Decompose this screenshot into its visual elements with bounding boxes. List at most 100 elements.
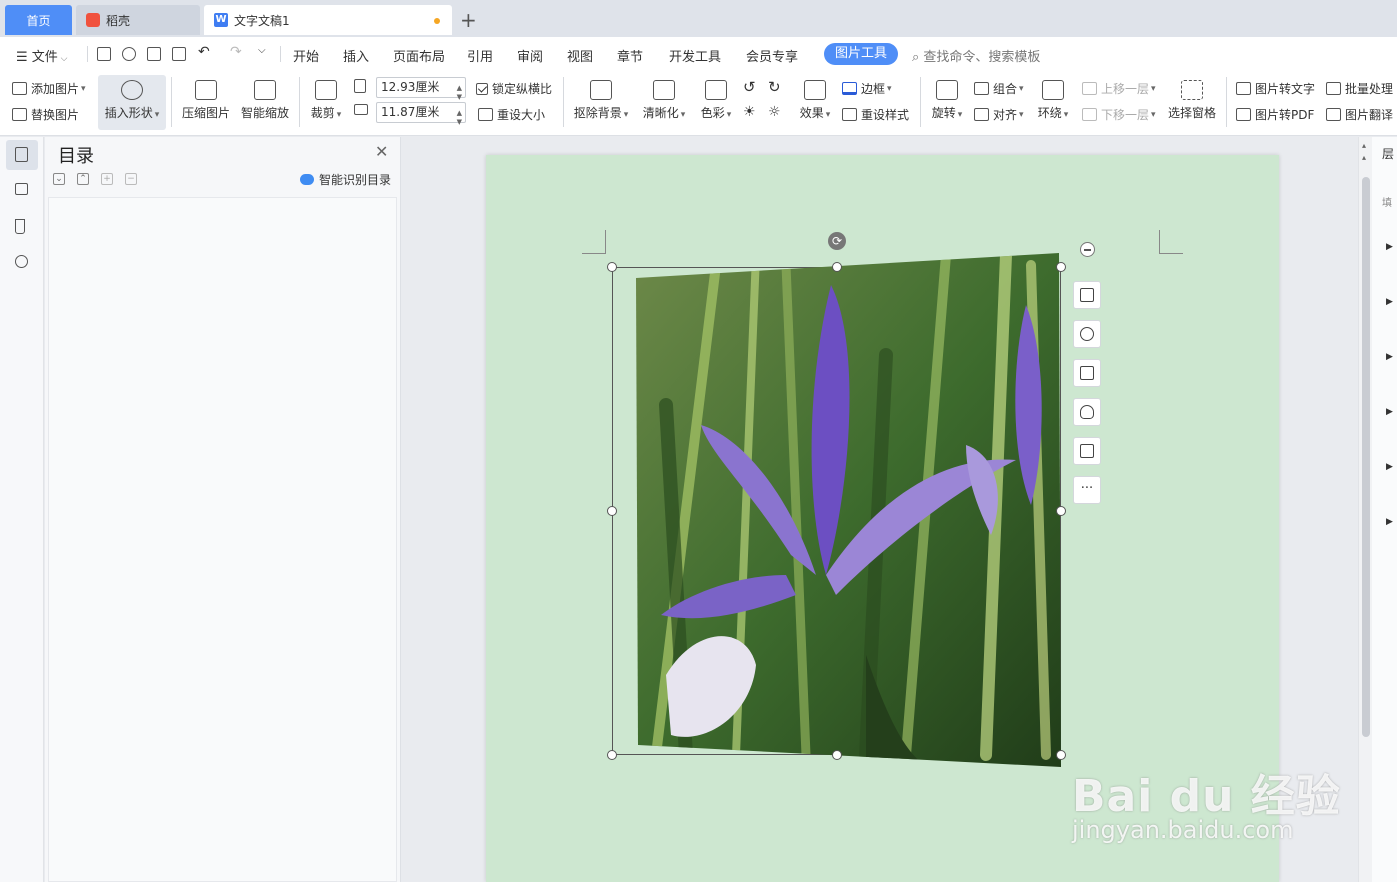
scroll-up-icon[interactable]: ▴ bbox=[1362, 141, 1366, 150]
expand-arrow-icon[interactable]: ▶ bbox=[1386, 462, 1393, 472]
resize-handle[interactable] bbox=[1056, 750, 1066, 760]
expand-arrow-icon[interactable]: ▶ bbox=[1386, 407, 1393, 417]
image-to-pdf-button[interactable]: 图片转PDF bbox=[1236, 106, 1314, 123]
close-icon[interactable]: ✕ bbox=[375, 142, 388, 161]
zoom-in-button[interactable] bbox=[1073, 320, 1101, 348]
rotate-right-icon[interactable]: ↻ bbox=[768, 78, 781, 96]
resize-handle[interactable] bbox=[832, 262, 842, 272]
remove-background-button[interactable]: 抠除背景 bbox=[571, 80, 631, 121]
bookmark-icon bbox=[15, 219, 25, 234]
expand-arrow-icon[interactable]: ▶ bbox=[1386, 297, 1393, 307]
insert-shape-button[interactable]: 插入形状 bbox=[98, 75, 166, 130]
height-input[interactable]: 11.87厘米 ▲ ▼ bbox=[376, 102, 466, 126]
menu-picture-tools[interactable]: 图片工具 bbox=[824, 43, 898, 65]
border-button[interactable]: 边框 bbox=[842, 80, 892, 97]
collapse-up-icon[interactable]: ⌃ bbox=[77, 173, 89, 185]
right-panel-subtitle: 填 bbox=[1382, 198, 1392, 209]
menu-view[interactable]: 视图 bbox=[567, 46, 593, 65]
add-image-button[interactable]: 添加图片 bbox=[12, 80, 86, 97]
rotate-left-icon[interactable]: ↺ bbox=[743, 78, 756, 96]
sharpen-button[interactable]: 清晰化 bbox=[639, 80, 689, 121]
crop-icon bbox=[1080, 366, 1094, 380]
expand-arrow-icon[interactable]: ▶ bbox=[1386, 352, 1393, 362]
resize-handle[interactable] bbox=[607, 262, 617, 272]
unsaved-dot-icon bbox=[434, 18, 440, 24]
image-convert-button[interactable] bbox=[1073, 437, 1101, 465]
add-level-icon[interactable]: + bbox=[101, 173, 113, 185]
expand-arrow-icon[interactable]: ▶ bbox=[1386, 242, 1393, 252]
resize-handle[interactable] bbox=[607, 750, 617, 760]
expand-down-icon[interactable]: ⌄ bbox=[53, 173, 65, 185]
menu-home[interactable]: 开始 bbox=[293, 46, 319, 65]
menu-references[interactable]: 引用 bbox=[467, 46, 493, 65]
print-preview-icon[interactable] bbox=[172, 47, 186, 61]
scrollbar-thumb[interactable] bbox=[1362, 177, 1370, 737]
brightness-increase-icon[interactable]: ☀ bbox=[743, 104, 756, 120]
image-to-text-button[interactable]: 图片转文字 bbox=[1236, 80, 1315, 97]
image-to-text-label: 图片转文字 bbox=[1255, 82, 1316, 96]
send-backward-button[interactable]: 下移一层 bbox=[1082, 106, 1156, 123]
add-image-label: 添加图片 bbox=[31, 82, 80, 96]
save-icon[interactable] bbox=[97, 47, 111, 61]
rail-search-button[interactable] bbox=[6, 248, 38, 278]
command-search[interactable]: ⌕ 查找命令、搜索模板 bbox=[912, 46, 1040, 65]
rotate-handle-icon[interactable]: ⟳ bbox=[828, 232, 846, 250]
menu-member[interactable]: 会员专享 bbox=[746, 46, 798, 65]
smart-zoom-button[interactable]: 智能缩放 bbox=[239, 80, 291, 121]
tab-bar: 首页 稻壳 W 文字文稿1 + bbox=[0, 0, 1397, 37]
file-menu[interactable]: ☰ 文件 ⌵ bbox=[16, 46, 68, 65]
undo-icon[interactable]: ↶ bbox=[198, 44, 210, 60]
width-input-value: 12.93厘米 bbox=[381, 80, 440, 94]
layout-options-button[interactable] bbox=[1073, 281, 1101, 309]
brightness-decrease-icon[interactable]: ☼ bbox=[768, 104, 781, 120]
menu-chapter[interactable]: 章节 bbox=[617, 46, 643, 65]
rail-navigation-button[interactable] bbox=[6, 176, 38, 206]
resize-handle[interactable] bbox=[1056, 262, 1066, 272]
color-button[interactable]: 色彩 bbox=[697, 80, 735, 121]
bring-forward-button[interactable]: 上移一层 bbox=[1082, 80, 1156, 97]
rail-bookmark-button[interactable] bbox=[6, 212, 38, 242]
lock-ratio-checkbox[interactable]: 锁定纵横比 bbox=[476, 80, 552, 97]
collapse-toolbar-icon[interactable] bbox=[1080, 242, 1095, 257]
tab-document[interactable]: W 文字文稿1 bbox=[204, 5, 452, 35]
resize-handle[interactable] bbox=[607, 506, 617, 516]
smart-recognize-toc-button[interactable]: 智能识别目录 bbox=[300, 171, 391, 188]
image-tips-button[interactable] bbox=[1073, 398, 1101, 426]
batch-process-button[interactable]: 批量处理 bbox=[1326, 80, 1393, 97]
tab-home[interactable]: 首页 bbox=[5, 5, 72, 35]
compress-image-button[interactable]: 压缩图片 bbox=[180, 80, 232, 121]
rail-toc-button[interactable] bbox=[6, 140, 38, 170]
menu-page-layout[interactable]: 页面布局 bbox=[393, 46, 445, 65]
print-icon[interactable] bbox=[147, 47, 161, 61]
toc-title: 目录 bbox=[58, 146, 94, 167]
quick-access-dropdown-icon[interactable]: ⌵ bbox=[258, 45, 266, 56]
menu-insert[interactable]: 插入 bbox=[343, 46, 369, 65]
reset-style-button[interactable]: 重设样式 bbox=[842, 106, 909, 123]
reset-size-button[interactable]: 重设大小 bbox=[478, 106, 545, 123]
remove-level-icon[interactable]: − bbox=[125, 173, 137, 185]
resize-handle[interactable] bbox=[1056, 506, 1066, 516]
more-options-button[interactable]: ··· bbox=[1073, 476, 1101, 504]
align-button[interactable]: 对齐 bbox=[974, 106, 1024, 123]
resize-handle[interactable] bbox=[832, 750, 842, 760]
replace-image-button[interactable]: 替换图片 bbox=[12, 106, 79, 123]
format-painter-icon[interactable] bbox=[122, 47, 136, 61]
redo-icon[interactable]: ↷ bbox=[230, 44, 242, 60]
menu-review[interactable]: 审阅 bbox=[517, 46, 543, 65]
rotate-button[interactable]: 旋转 bbox=[928, 80, 966, 121]
expand-arrow-icon[interactable]: ▶ bbox=[1386, 517, 1393, 527]
tab-daoke[interactable]: 稻壳 bbox=[76, 5, 200, 35]
spin-down-icon[interactable]: ▼ bbox=[457, 113, 462, 132]
width-input[interactable]: 12.93厘米 ▲ ▼ bbox=[376, 77, 466, 101]
crop-tool-button[interactable] bbox=[1073, 359, 1101, 387]
new-tab-plus-icon[interactable]: + bbox=[460, 8, 477, 32]
scroll-up-icon[interactable]: ▴ bbox=[1362, 153, 1366, 162]
crop-button[interactable]: 裁剪 bbox=[307, 80, 345, 121]
vertical-scrollbar[interactable]: ▴ ▴ bbox=[1358, 137, 1372, 882]
image-translate-button[interactable]: 图片翻译 bbox=[1326, 106, 1393, 123]
menu-developer[interactable]: 开发工具 bbox=[669, 46, 721, 65]
selection-pane-button[interactable]: 选择窗格 bbox=[1166, 80, 1218, 121]
group-button[interactable]: 组合 bbox=[974, 80, 1024, 97]
wrap-button[interactable]: 环绕 bbox=[1034, 80, 1072, 121]
effects-button[interactable]: 效果 bbox=[796, 80, 834, 121]
